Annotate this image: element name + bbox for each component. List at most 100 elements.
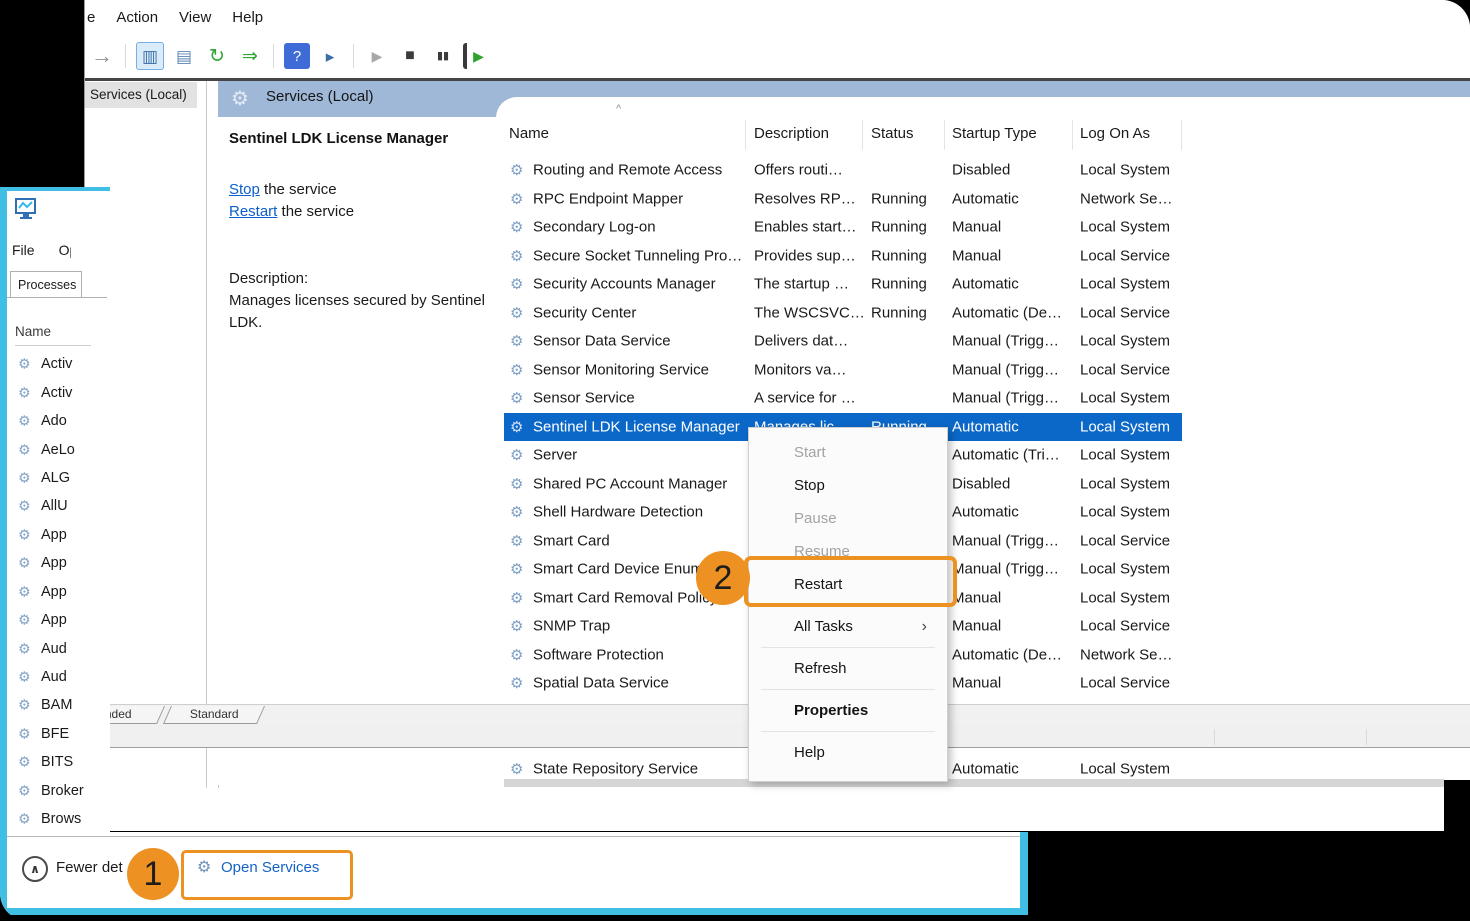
service-gear-icon: ⚙ [510,418,523,436]
Secure Socket Tunneling Pro…[interactable]: ⚙ Secure Socket Tunneling Pro… Provides … [504,242,1182,271]
tm-menu-options-cut[interactable]: Options [59,242,71,258]
fewer-details-chevron-icon[interactable]: ∧ [22,856,48,882]
service-gear-icon: ⚙ [18,441,31,458]
Security Accounts Manager[interactable]: ⚙ Security Accounts Manager The startup … [504,270,1182,299]
start-service-icon[interactable]: ▶ [364,43,390,69]
menu-help[interactable]: Help [232,9,263,26]
stop-service-suffix: the service [260,181,337,198]
service-gear-icon: ⚙ [18,669,31,686]
fewer-details-label[interactable]: Fewer det [56,859,123,876]
context-menu-separator [761,689,935,690]
mmc-toolbar: → ▥ ▤ ↻ ⇒? ▸ ▶ ■ ▮▮ ▶ [85,34,1470,78]
step-2-badge: 2 [696,551,750,605]
Sensor Monitoring Service[interactable]: ⚙ Sensor Monitoring Service Monitors va…… [504,356,1182,385]
list-item[interactable]: ⚙ Activ [7,350,117,378]
column-divider [944,120,945,150]
Sensor Service[interactable]: ⚙ Sensor Service A service for … Manual … [504,384,1182,413]
context-menu-separator [761,731,935,732]
forward-arrow-icon[interactable]: → [89,43,115,69]
tm-tab-processes[interactable]: Processes [10,271,82,298]
tm-tab-baseline [7,297,107,298]
context-menu-item[interactable]: Help [749,736,947,769]
tm-column-header-name[interactable]: Name [15,319,91,346]
service-gear-icon: ⚙ [510,674,523,692]
task-manager-icon [14,197,38,226]
service-gear-icon: ⚙ [510,275,523,293]
list-item[interactable]: ⚙ AllU [7,492,117,520]
list-item[interactable]: ⚙ Brows [7,805,117,833]
horizontal-scrollbar[interactable] [504,779,1444,787]
tm-menu-file[interactable]: File [12,242,35,258]
toolbar-separator [273,44,274,68]
service-gear-icon: ⚙ [18,754,31,771]
context-menu-item[interactable]: Start [749,436,947,469]
context-menu-item[interactable]: Pause [749,502,947,535]
context-menu-item[interactable]: Stop [749,469,947,502]
show-console-tree-icon[interactable]: ▥ [136,42,164,70]
stop-service-link[interactable]: Stop [229,181,260,198]
menu-view[interactable]: View [179,9,211,26]
restart-service-icon[interactable]: ▶ [463,43,489,69]
restart-service-line: Restart the service [229,203,354,220]
list-item[interactable]: ⚙ BFE [7,720,117,748]
description-line1: Manages licenses secured by Sentinel [229,292,485,309]
list-item[interactable]: ⚙ BAM [7,691,117,719]
tree-item-services-local[interactable]: Services (Local) [85,82,197,108]
service-gear-icon: ⚙ [510,304,523,322]
service-gear-icon: ⚙ [18,782,31,799]
menu-action[interactable]: Action [116,9,158,26]
service-gear-icon: ⚙ [18,811,31,828]
list-item[interactable]: ⚙ BITS [7,748,117,776]
tab-standard-label: Standard [168,706,260,723]
column-header-status[interactable]: Status [871,125,914,142]
list-item[interactable]: ⚙ AeLo [7,435,117,463]
service-gear-icon: ⚙ [510,247,523,265]
list-item[interactable]: ⚙ Ado [7,407,117,435]
tab-standard[interactable]: Standard [163,706,265,724]
context-menu-item[interactable]: Refresh [749,652,947,685]
Routing and Remote Access[interactable]: ⚙ Routing and Remote Access Offers routi… [504,156,1182,185]
help-icon[interactable]: ? [284,43,310,69]
service-gear-icon: ⚙ [510,617,523,635]
refresh-icon[interactable]: ↻ [204,43,230,69]
service-gear-icon: ⚙ [18,555,31,572]
list-item[interactable]: ⚙ App [7,521,117,549]
Secondary Log-on[interactable]: ⚙ Secondary Log-on Enables start… Runnin… [504,213,1182,242]
mmc-menu-bar: e Action View Help [85,0,1470,34]
list-item[interactable]: ⚙ App [7,606,117,634]
list-item[interactable]: ⚙ App [7,549,117,577]
service-gear-icon: ⚙ [510,446,523,464]
service-gear-icon: ⚙ [18,384,31,401]
context-menu-item[interactable]: Properties [749,694,947,727]
restart-service-link[interactable]: Restart [229,203,277,220]
column-header-startup-type[interactable]: Startup Type [952,125,1037,142]
list-item[interactable]: ⚙ App [7,578,117,606]
column-header-description[interactable]: Description [754,125,829,142]
screenshot-canvas: e Action View Help → ▥ ▤ ↻ ⇒? ▸ ▶ ■ ▮▮ ▶ Services (L… [0,0,1470,921]
export-list-icon[interactable]: ⇒ [237,43,263,69]
RPC Endpoint Mapper[interactable]: ⚙ RPC Endpoint Mapper Resolves RP… Runni… [504,185,1182,214]
menu-file-cut[interactable]: e [87,9,95,26]
highlight-box-open-services [181,850,353,900]
properties-window-icon[interactable]: ▤ [171,43,197,69]
column-header-logon-as[interactable]: Log On As [1080,125,1150,142]
Security Center[interactable]: ⚙ Security Center The WSCSVC… Running Au… [504,299,1182,328]
snapin-title: Services (Local) [266,88,374,105]
pause-service-icon[interactable]: ▮▮ [430,43,456,69]
column-header-name[interactable]: Name [509,125,549,142]
Sensor Data Service[interactable]: ⚙ Sensor Data Service Delivers dat… Manu… [504,327,1182,356]
context-menu-item[interactable]: All Tasks › [749,610,947,643]
list-item[interactable]: ⚙ Activ [7,378,117,406]
service-gear-icon: ⚙ [18,526,31,543]
show-taskpad-icon[interactable]: ▸ [317,43,343,69]
list-item[interactable]: ⚙ ALG [7,464,117,492]
tm-process-list: ⚙ Activ ⚙ Activ ⚙ Ado ⚙ AeLo ⚙ ALG ⚙ All… [7,350,117,833]
list-item[interactable]: ⚙ Broker [7,777,117,805]
list-item[interactable]: ⚙ Aud [7,663,117,691]
service-gear-icon: ⚙ [18,612,31,629]
service-gear-icon: ⚙ [18,583,31,600]
stop-service-icon[interactable]: ■ [397,43,423,69]
service-gear-icon: ⚙ [510,218,523,236]
list-item[interactable]: ⚙ Aud [7,634,117,662]
service-gear-icon: ⚙ [18,469,31,486]
